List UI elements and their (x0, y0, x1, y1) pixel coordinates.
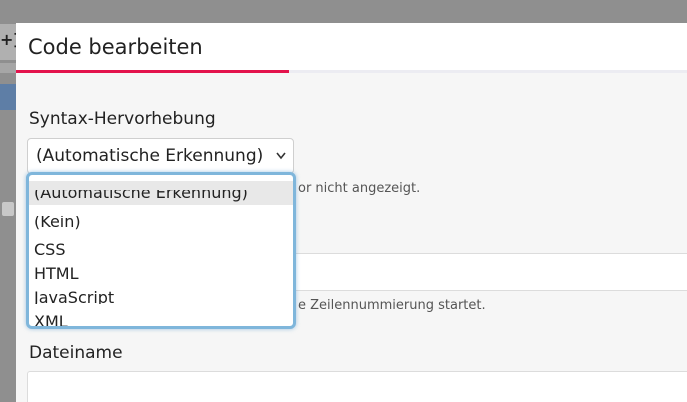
syntax-label: Syntax-Hervorhebung (29, 109, 216, 129)
option-label: CSS (34, 242, 66, 256)
dropdown-option[interactable]: (Automatische Erkennung) (29, 181, 293, 205)
option-label: HTML (34, 266, 79, 280)
option-label: (Kein) (34, 216, 81, 231)
background-toolbar-button: +] (0, 24, 16, 60)
syntax-select-value: (Automatische Erkennung) (36, 146, 264, 166)
dropdown-option[interactable]: XML (29, 304, 293, 328)
option-label: (Automatische Erkennung) (34, 190, 248, 202)
dropdown-option[interactable]: (Kein) (29, 208, 293, 232)
option-label: XML (34, 314, 68, 328)
title-accent-underline (16, 70, 289, 73)
dropdown-option[interactable]: HTML (29, 256, 293, 280)
dialog-header: Code bearbeiten (16, 23, 687, 73)
option-label: JavaScript (34, 290, 115, 304)
dialog-title: Code bearbeiten (28, 35, 203, 59)
filename-label: Dateiname (29, 343, 123, 363)
syntax-select[interactable]: (Automatische Erkennung) (27, 138, 294, 174)
syntax-help-text: or nicht angezeigt. (298, 181, 421, 196)
background-bracket-text: +] (0, 30, 16, 49)
dropdown-option[interactable]: CSS (29, 232, 293, 256)
syntax-dropdown-list: (Automatische Erkennung) (Kein) CSS HTML… (26, 172, 296, 329)
background-code-icon (2, 202, 14, 216)
background-highlight (0, 84, 16, 110)
dropdown-option[interactable]: JavaScript (29, 280, 293, 304)
filename-input[interactable] (27, 371, 687, 402)
background-strip (0, 63, 16, 73)
line-number-help-text: e Zeilennummierung startet. (298, 298, 486, 313)
